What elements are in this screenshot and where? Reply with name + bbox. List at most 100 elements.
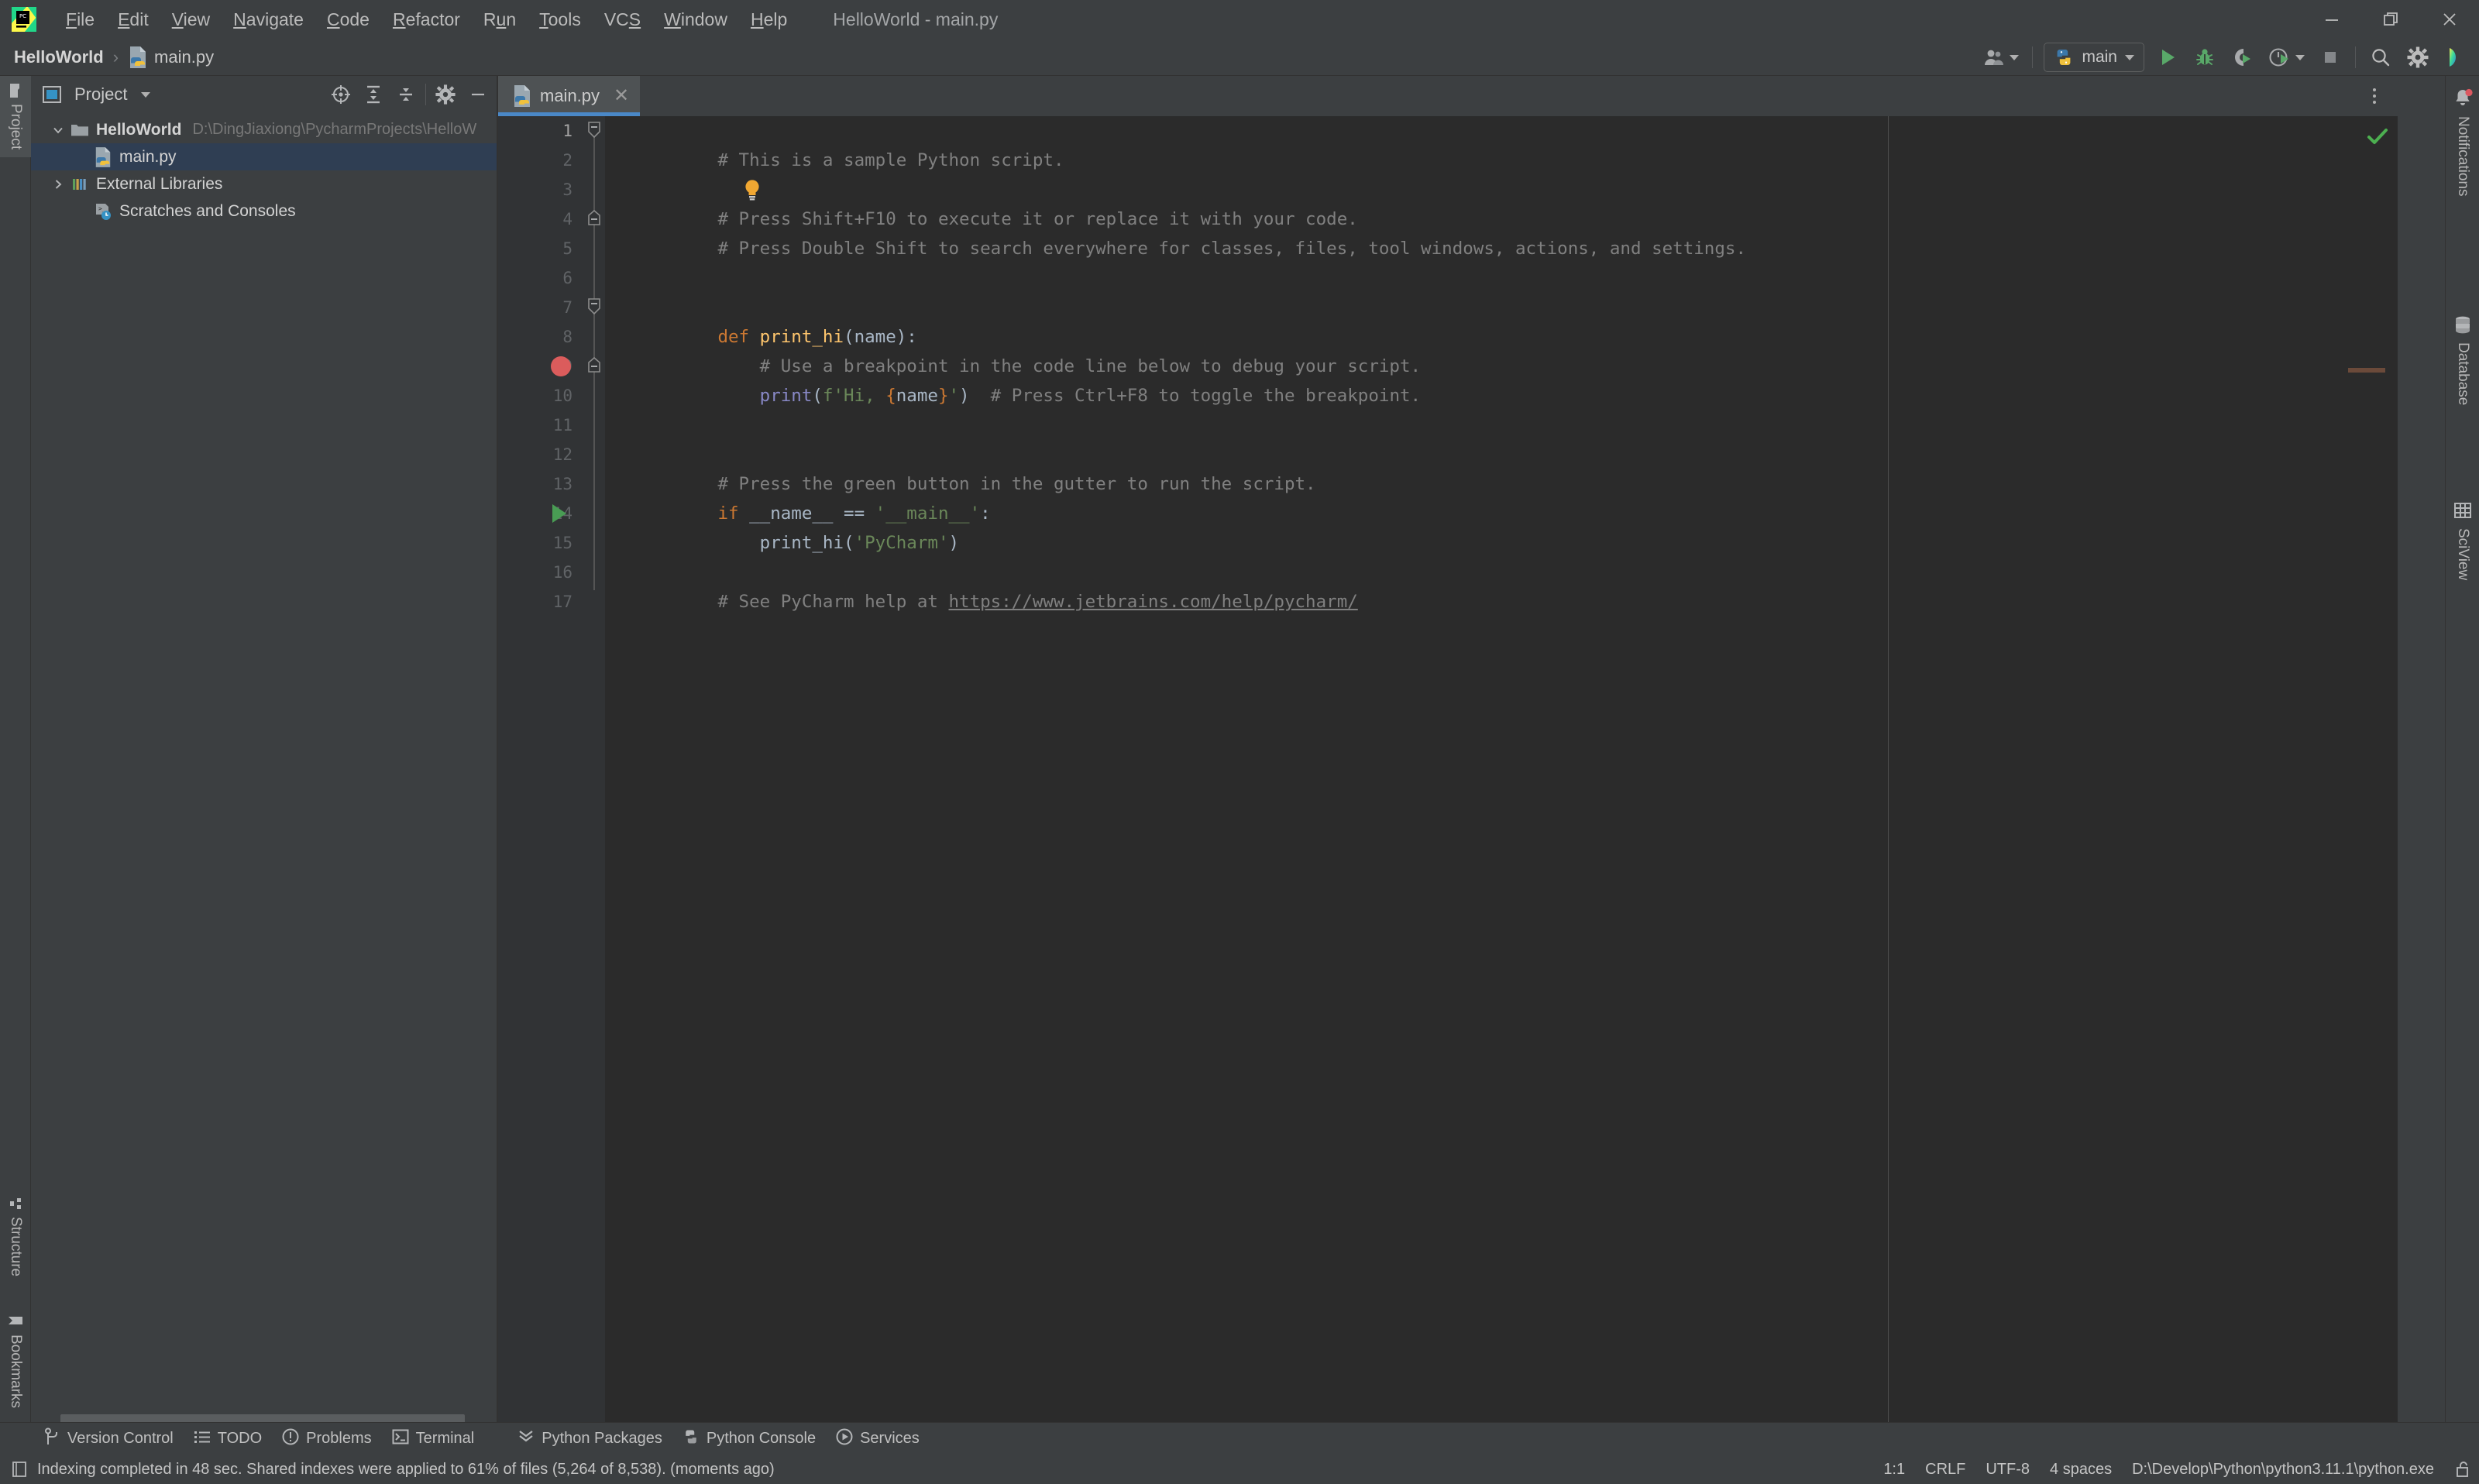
menu-item-run[interactable]: Run bbox=[472, 5, 528, 35]
sidebar-item-bookmarks[interactable]: Bookmarks bbox=[0, 1305, 31, 1416]
bottom-item-python-packages[interactable]: Python Packages bbox=[517, 1428, 662, 1449]
project-panel-toolbar bbox=[325, 76, 494, 113]
tree-node-helloworld[interactable]: HelloWorld D:\DingJiaxiong\PycharmProjec… bbox=[31, 116, 497, 143]
code-token-string: f'Hi, bbox=[823, 386, 885, 406]
run-configuration-selector[interactable]: main bbox=[2044, 43, 2144, 72]
gear-icon[interactable] bbox=[2399, 39, 2436, 76]
code-token-builtin: print bbox=[760, 386, 813, 406]
bottom-item-todo[interactable]: TODO bbox=[194, 1428, 262, 1449]
bottom-item-label: Problems bbox=[306, 1430, 371, 1448]
sidebar-item-structure[interactable]: Structure bbox=[0, 1189, 31, 1284]
fold-marker-icon[interactable] bbox=[587, 210, 601, 227]
bottom-item-services[interactable]: Services bbox=[836, 1428, 920, 1449]
editor-gutter[interactable]: 1 2 3 4 5 6 7 8 9 10 11 12 13 14 15 16 1… bbox=[498, 116, 583, 1439]
version-control-branch-icon bbox=[43, 1427, 60, 1450]
todo-list-icon bbox=[194, 1428, 211, 1449]
project-panel-title: Project bbox=[74, 84, 127, 105]
collapse-all-icon[interactable] bbox=[390, 76, 422, 113]
chevron-down-icon[interactable] bbox=[48, 124, 68, 136]
bottom-item-python-console[interactable]: Python Console bbox=[682, 1428, 816, 1449]
services-play-icon bbox=[836, 1428, 853, 1449]
bottom-item-problems[interactable]: Problems bbox=[282, 1428, 371, 1449]
indexing-icon bbox=[11, 1461, 28, 1478]
jetbrains-ai-icon[interactable] bbox=[2436, 39, 2479, 76]
caret-position[interactable]: 1:1 bbox=[1883, 1461, 1905, 1479]
run-with-coverage-icon[interactable] bbox=[2223, 39, 2261, 76]
menu-item-view[interactable]: View bbox=[160, 5, 222, 35]
line-number: 17 bbox=[503, 587, 572, 617]
project-panel-header: Project bbox=[31, 76, 497, 113]
menu-item-edit[interactable]: Edit bbox=[106, 5, 160, 35]
user-account-icon[interactable] bbox=[1975, 39, 2026, 76]
intention-bulb-icon[interactable] bbox=[616, 149, 636, 172]
line-separator[interactable]: CRLF bbox=[1925, 1461, 1965, 1479]
scratches-icon: >_ bbox=[91, 202, 115, 221]
editor-tab-main-py[interactable]: main.py ✕ bbox=[498, 76, 640, 116]
bottom-item-terminal[interactable]: Terminal bbox=[392, 1428, 475, 1449]
sidebar-item-sciview[interactable]: SciView bbox=[2446, 494, 2479, 580]
run-play-icon[interactable] bbox=[2149, 39, 2186, 76]
stop-square-icon[interactable] bbox=[2312, 39, 2349, 76]
more-vertical-icon[interactable] bbox=[2359, 76, 2390, 116]
restore-icon[interactable] bbox=[2361, 0, 2420, 39]
menu-item-code[interactable]: Code bbox=[315, 5, 381, 35]
window-controls bbox=[2302, 0, 2479, 39]
menu-item-navigate[interactable]: Navigate bbox=[222, 5, 315, 35]
code-folding-strip[interactable] bbox=[583, 116, 605, 1439]
menu-item-tools[interactable]: Tools bbox=[528, 5, 593, 35]
profiler-icon[interactable] bbox=[2261, 39, 2312, 76]
menu-item-window[interactable]: Window bbox=[652, 5, 739, 35]
fold-marker-icon[interactable] bbox=[587, 121, 601, 139]
search-icon[interactable] bbox=[2362, 39, 2399, 76]
minimize-icon[interactable] bbox=[2302, 0, 2361, 39]
line-number: 5 bbox=[503, 234, 572, 263]
expand-all-icon[interactable] bbox=[357, 76, 390, 113]
code-line-4: # Press Double Shift to search everywher… bbox=[605, 204, 1746, 234]
tree-node-external-libraries[interactable]: External Libraries bbox=[31, 170, 497, 198]
file-encoding[interactable]: UTF-8 bbox=[1986, 1461, 2030, 1479]
menu-item-vcs[interactable]: VCS bbox=[593, 5, 652, 35]
menu-item-refactor[interactable]: Refactor bbox=[381, 5, 472, 35]
unlocked-padlock-icon[interactable] bbox=[2454, 1460, 2471, 1479]
code-hyperlink[interactable]: https://www.jetbrains.com/help/pycharm/ bbox=[948, 592, 1357, 612]
breadcrumb-file[interactable]: main.py bbox=[154, 47, 214, 67]
select-opened-file-icon[interactable] bbox=[325, 76, 357, 113]
code-line-6 bbox=[605, 263, 613, 293]
structure-icon bbox=[7, 1197, 24, 1211]
breakpoint-marker[interactable] bbox=[551, 356, 571, 376]
chevron-right-icon[interactable] bbox=[48, 178, 68, 191]
indent-setting[interactable]: 4 spaces bbox=[2050, 1461, 2112, 1479]
code-line-11 bbox=[605, 411, 613, 440]
code-line-8: # Use a breakpoint in the code line belo… bbox=[605, 322, 1421, 352]
line-number: 11 bbox=[503, 411, 572, 440]
tree-node-main-py[interactable]: main.py bbox=[31, 143, 497, 170]
tree-node-label: main.py bbox=[119, 148, 177, 167]
scrollbar-breakpoint-marker[interactable] bbox=[2348, 368, 2385, 373]
fold-marker-icon[interactable] bbox=[587, 357, 601, 374]
menu-bar: PC File Edit View Navigate Code Refactor… bbox=[0, 0, 2479, 39]
run-gutter-icon[interactable] bbox=[552, 504, 566, 523]
external-libraries-icon bbox=[68, 176, 91, 193]
menu-item-file[interactable]: File bbox=[54, 5, 106, 35]
gear-icon[interactable] bbox=[429, 76, 462, 113]
code-line-14: print_hi('PyCharm') bbox=[605, 499, 959, 528]
code-text-region[interactable]: # This is a sample Python script. # Pres… bbox=[605, 116, 2398, 1439]
menu-item-help[interactable]: Help bbox=[739, 5, 799, 35]
sidebar-item-project[interactable]: Project bbox=[0, 76, 31, 157]
code-editor[interactable]: 1 2 3 4 5 6 7 8 9 10 11 12 13 14 15 16 1… bbox=[498, 116, 2398, 1439]
sidebar-item-notifications[interactable]: Notifications bbox=[2446, 82, 2479, 197]
chevron-down-icon[interactable] bbox=[141, 92, 150, 98]
bottom-item-version-control[interactable]: Version Control bbox=[43, 1427, 174, 1450]
breadcrumb-project[interactable]: HelloWorld bbox=[14, 47, 104, 67]
close-icon[interactable]: ✕ bbox=[614, 87, 629, 105]
sciview-grid-icon bbox=[2453, 500, 2473, 520]
debug-bug-icon[interactable] bbox=[2186, 39, 2223, 76]
hide-panel-icon[interactable] bbox=[462, 76, 494, 113]
fold-marker-icon[interactable] bbox=[587, 297, 601, 316]
inspection-ok-checkmark-icon[interactable] bbox=[2362, 121, 2393, 152]
python-interpreter[interactable]: D:\Develop\Python\python3.11.1\python.ex… bbox=[2132, 1461, 2434, 1479]
tree-node-scratches-and-consoles[interactable]: >_ Scratches and Consoles bbox=[31, 198, 497, 225]
close-icon[interactable] bbox=[2420, 0, 2479, 39]
python-file-icon bbox=[91, 146, 115, 168]
sidebar-item-database[interactable]: Database bbox=[2446, 308, 2479, 405]
